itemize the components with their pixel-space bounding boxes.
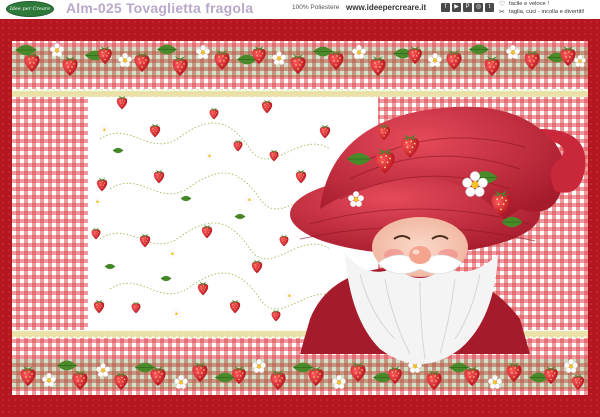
tip-text: facile e veloce ! [509, 1, 549, 7]
social-links: f ▶ P ◎ t [441, 3, 494, 12]
scissors-icon: ✂ [499, 8, 505, 16]
website-link[interactable]: www.ideepercreare.it [346, 3, 426, 12]
twitter-icon[interactable]: t [485, 3, 494, 12]
heart-icon: ♡ [499, 0, 506, 8]
top-strawberry-garland [12, 43, 588, 77]
brand-logo-text: Idee per Creare [9, 6, 51, 12]
material-label: 100% Poliestere [292, 4, 340, 11]
brand-logo[interactable]: Idee per Creare [6, 1, 54, 17]
tip-item: ✂ taglia, cuci - incolla e divertiti! [499, 8, 584, 16]
lace-band-top [12, 89, 588, 97]
product-title: Alm-025 Tovaglietta fragola [66, 0, 254, 16]
pinterest-icon[interactable]: P [463, 3, 472, 12]
product-header: Idee per Creare Alm-025 Tovaglietta frag… [0, 0, 600, 19]
instagram-icon[interactable]: ◎ [474, 3, 483, 12]
bottom-strawberry-garland [12, 359, 588, 390]
youtube-icon[interactable]: ▶ [452, 3, 461, 12]
facebook-icon[interactable]: f [441, 3, 450, 12]
tip-item: ♡ facile e veloce ! [499, 0, 584, 8]
tip-text: taglia, cuci - incolla e divertiti! [509, 9, 585, 15]
placemat-artwork [0, 19, 600, 417]
tips-list: ♡ facile e veloce ! ✂ taglia, cuci - inc… [499, 0, 584, 16]
